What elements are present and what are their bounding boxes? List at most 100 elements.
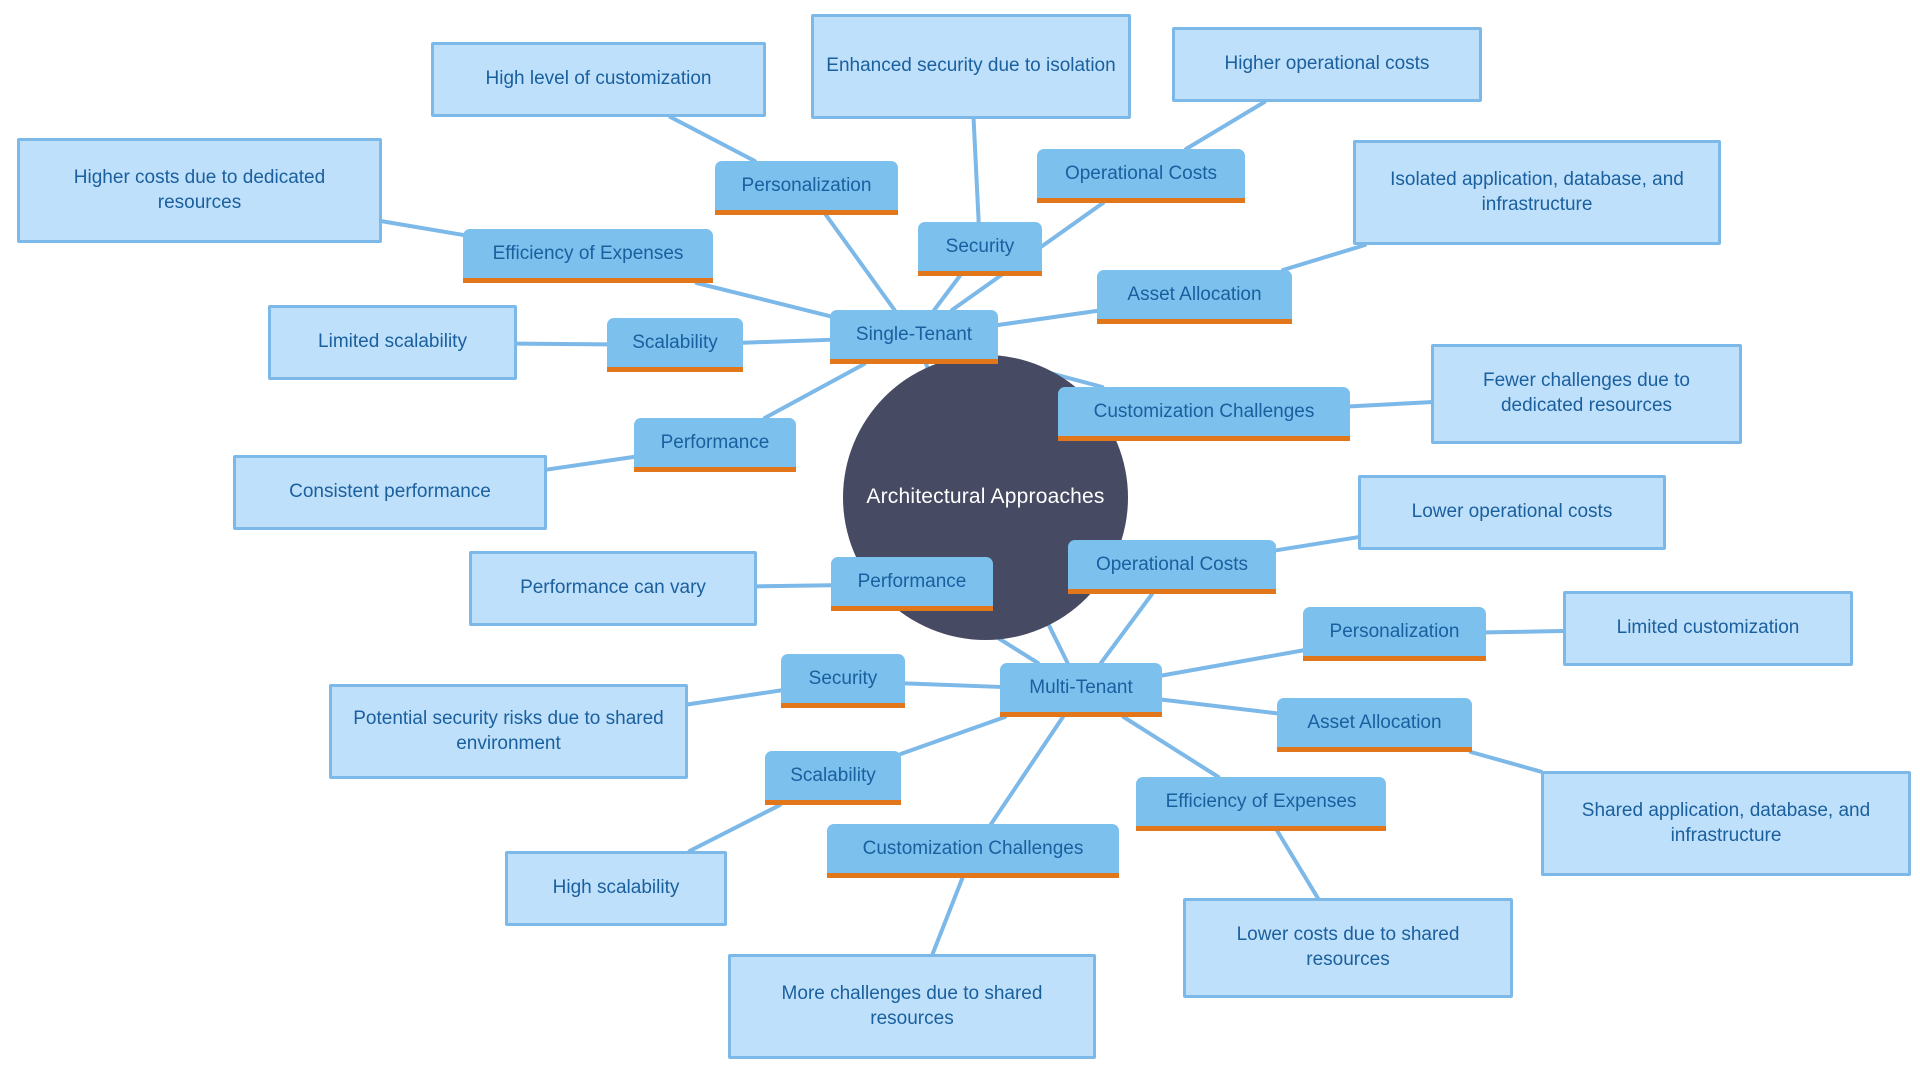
leaf-node-higher-costs-dedicated[interactable]: Higher costs due to dedicated resources	[17, 138, 382, 243]
edge-multi-tenant-to-mt-asset	[1160, 697, 1279, 716]
branch-node-st-personalization-label: Personalization	[741, 174, 872, 196]
leaf-node-lower-costs-shared-label: Lower costs due to shared resources	[1236, 924, 1460, 970]
leaf-node-enhanced-security[interactable]: Enhanced security due to isolation	[811, 14, 1131, 119]
edge-root-to-multi-tenant	[1044, 618, 1070, 665]
leaf-node-consistent-performance-label: Consistent performance	[289, 481, 491, 503]
edge-single-tenant-to-st-performance	[762, 362, 867, 420]
branch-node-multi-tenant-label: Multi-Tenant	[1029, 676, 1133, 698]
edge-multi-tenant-to-mt-customization	[989, 715, 1065, 826]
leaf-node-high-customization-label: High level of customization	[485, 68, 712, 90]
branch-node-st-customization[interactable]: Customization Challenges	[1058, 387, 1350, 441]
edge-st-efficiency-to-higher-costs-dedicated	[380, 219, 465, 237]
branch-node-mt-security-label: Security	[808, 667, 878, 689]
leaf-node-enhanced-security-label: Enhanced security due to isolation	[826, 55, 1116, 77]
branch-node-single-tenant-label: Single-Tenant	[855, 323, 973, 345]
edge-multi-tenant-to-mt-scalability	[899, 715, 1007, 756]
leaf-node-potential-risks[interactable]: Potential security risks due to shared e…	[329, 684, 688, 779]
leaf-node-higher-costs-dedicated-label: Higher costs due to dedicated resources	[73, 166, 326, 213]
edge-st-personalization-to-high-customization	[668, 115, 757, 163]
leaf-node-limited-customization[interactable]: Limited customization	[1563, 591, 1853, 666]
leaf-node-shared-app-label: Shared application, database, and infras…	[1581, 799, 1871, 846]
branch-node-st-asset-label: Asset Allocation	[1127, 283, 1262, 305]
edge-mt-performance-to-performance-vary	[755, 583, 833, 589]
edge-st-asset-to-isolated-app	[1280, 243, 1367, 272]
branch-node-st-performance[interactable]: Performance	[634, 418, 796, 472]
leaf-node-lower-op-costs-label: Lower operational costs	[1411, 501, 1613, 523]
branch-node-st-scalability-label: Scalability	[632, 331, 718, 353]
branch-node-mt-customization[interactable]: Customization Challenges	[827, 824, 1119, 878]
branch-node-st-efficiency-label: Efficiency of Expenses	[492, 242, 684, 264]
branch-node-mt-scalability-label: Scalability	[790, 764, 876, 786]
branch-node-st-scalability[interactable]: Scalability	[607, 318, 743, 372]
leaf-node-fewer-challenges[interactable]: Fewer challenges due to dedicated resour…	[1431, 344, 1742, 444]
branch-node-mt-performance[interactable]: Performance	[831, 557, 993, 611]
branch-node-mt-operational[interactable]: Operational Costs	[1068, 540, 1276, 594]
edge-single-tenant-to-st-scalability	[741, 337, 832, 345]
edge-multi-tenant-to-mt-personalization	[1160, 648, 1305, 678]
branch-node-single-tenant[interactable]: Single-Tenant	[830, 310, 998, 364]
edge-st-security-to-enhanced-security	[971, 117, 981, 224]
leaf-node-higher-op-costs[interactable]: Higher operational costs	[1172, 27, 1482, 102]
leaf-node-high-scalability[interactable]: High scalability	[505, 851, 727, 926]
leaf-node-consistent-performance[interactable]: Consistent performance	[233, 455, 547, 530]
edge-multi-tenant-to-mt-operational	[1098, 592, 1155, 665]
leaf-node-performance-vary[interactable]: Performance can vary	[469, 551, 757, 626]
leaf-node-performance-vary-label: Performance can vary	[520, 577, 706, 599]
edge-st-customization-to-fewer-challenges	[1348, 400, 1433, 409]
leaf-node-lower-costs-shared[interactable]: Lower costs due to shared resources	[1183, 898, 1513, 998]
branch-node-multi-tenant[interactable]: Multi-Tenant	[1000, 663, 1162, 717]
leaf-node-shared-app[interactable]: Shared application, database, and infras…	[1541, 771, 1911, 876]
branch-node-st-performance-label: Performance	[660, 431, 770, 453]
branch-node-mt-asset[interactable]: Asset Allocation	[1277, 698, 1472, 752]
leaf-node-higher-op-costs-label: Higher operational costs	[1224, 53, 1430, 75]
edge-mt-operational-to-lower-op-costs	[1274, 535, 1360, 553]
edge-mt-personalization-to-limited-customization	[1484, 629, 1565, 635]
edge-st-operational-to-higher-op-costs	[1184, 100, 1267, 151]
branch-node-mt-efficiency-label: Efficiency of Expenses	[1165, 790, 1357, 812]
leaf-node-limited-scalability-label: Limited scalability	[318, 331, 467, 353]
edge-mt-scalability-to-high-scalability	[687, 803, 782, 853]
branch-node-mt-scalability[interactable]: Scalability	[765, 751, 901, 805]
edge-st-scalability-to-limited-scalability	[515, 341, 609, 347]
branch-node-mt-performance-label: Performance	[857, 570, 967, 592]
branch-node-st-personalization[interactable]: Personalization	[715, 161, 898, 215]
root-node-architectural-approaches-label: Architectural Approaches	[866, 485, 1105, 509]
branch-node-st-security[interactable]: Security	[918, 222, 1042, 276]
branch-node-mt-operational-label: Operational Costs	[1095, 553, 1249, 575]
leaf-node-more-challenges-label: More challenges due to shared resources	[781, 982, 1043, 1029]
edge-mt-efficiency-to-lower-costs-shared	[1275, 829, 1320, 900]
edge-single-tenant-to-st-personalization	[823, 213, 897, 312]
edge-mt-asset-to-shared-app	[1468, 750, 1543, 774]
edge-mt-customization-to-more-challenges	[930, 876, 965, 956]
leaf-node-isolated-app-label: Isolated application, database, and infr…	[1390, 168, 1684, 215]
branch-node-mt-asset-label: Asset Allocation	[1307, 711, 1442, 733]
branch-node-st-security-label: Security	[945, 235, 1015, 257]
mindmap-canvas: Architectural Approaches Single-Tenant Per…	[0, 0, 1920, 1080]
edge-mt-security-to-potential-risks	[686, 688, 783, 707]
branch-node-mt-personalization[interactable]: Personalization	[1303, 607, 1486, 661]
branch-node-st-customization-label: Customization Challenges	[1093, 400, 1315, 422]
leaf-node-high-customization[interactable]: High level of customization	[431, 42, 766, 117]
leaf-node-high-scalability-label: High scalability	[552, 877, 680, 899]
edge-single-tenant-to-st-asset	[996, 308, 1099, 328]
leaf-node-potential-risks-label: Potential security risks due to shared e…	[353, 707, 664, 754]
leaf-node-limited-customization-label: Limited customization	[1616, 617, 1800, 639]
leaf-node-more-challenges[interactable]: More challenges due to shared resources	[728, 954, 1096, 1059]
edge-single-tenant-to-st-security	[932, 274, 962, 312]
branch-node-st-asset[interactable]: Asset Allocation	[1097, 270, 1292, 324]
branch-node-mt-efficiency[interactable]: Efficiency of Expenses	[1136, 777, 1386, 831]
branch-node-mt-customization-label: Customization Challenges	[862, 837, 1084, 859]
branch-node-st-operational-label: Operational Costs	[1064, 162, 1218, 184]
leaf-node-lower-op-costs[interactable]: Lower operational costs	[1358, 475, 1666, 550]
edge-multi-tenant-to-mt-security	[903, 681, 1002, 689]
branch-node-st-efficiency[interactable]: Efficiency of Expenses	[463, 229, 713, 283]
branch-node-mt-personalization-label: Personalization	[1329, 620, 1460, 642]
leaf-node-fewer-challenges-label: Fewer challenges due to dedicated resour…	[1482, 370, 1690, 416]
branch-node-mt-security[interactable]: Security	[781, 654, 905, 708]
edge-st-performance-to-consistent-performance	[545, 454, 636, 472]
branch-node-st-operational[interactable]: Operational Costs	[1037, 149, 1245, 203]
edge-single-tenant-to-st-efficiency	[694, 281, 832, 319]
edge-multi-tenant-to-mt-efficiency	[1121, 715, 1221, 779]
leaf-node-isolated-app[interactable]: Isolated application, database, and infr…	[1353, 140, 1721, 245]
leaf-node-limited-scalability[interactable]: Limited scalability	[268, 305, 517, 380]
